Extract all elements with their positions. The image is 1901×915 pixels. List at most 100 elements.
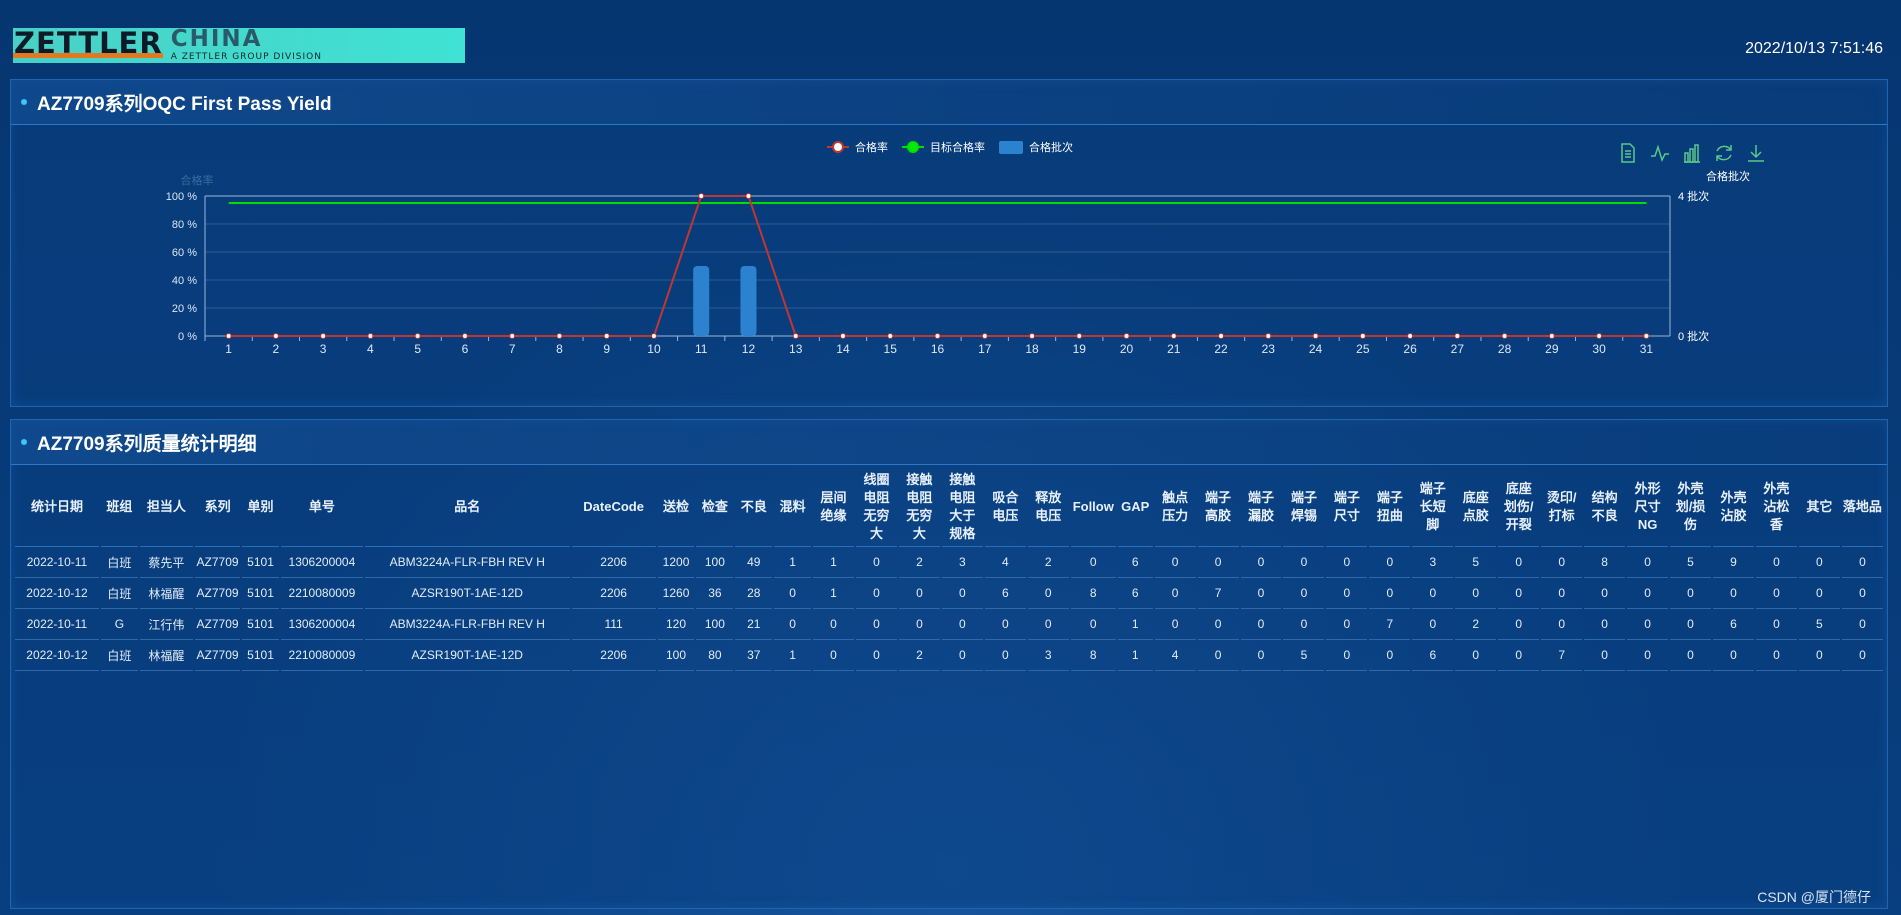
column-header[interactable]: 端子漏胶 bbox=[1240, 467, 1282, 547]
table-cell: 0 bbox=[1713, 578, 1754, 609]
table-cell: 5101 bbox=[242, 609, 279, 640]
table-cell: 0 bbox=[1755, 547, 1797, 578]
point-yield bbox=[1359, 333, 1366, 339]
column-header[interactable]: 接触电阻无穷大 bbox=[898, 467, 940, 547]
point-yield bbox=[603, 333, 610, 339]
table-row[interactable]: 2022-10-12 白班 林福醒 AZ7709 5101 2210080009 AZSR1… bbox=[15, 578, 1883, 609]
column-header[interactable]: 系列 bbox=[195, 467, 241, 547]
table-row[interactable]: 2022-10-12 白班 林福醒 AZ7709 5101 2210080009 AZSR1… bbox=[15, 640, 1883, 671]
table-cell: 6 bbox=[984, 578, 1026, 609]
table-cell: 1260 bbox=[657, 578, 695, 609]
point-yield bbox=[1501, 333, 1508, 339]
x-tick-label: 11 bbox=[695, 342, 708, 356]
column-header[interactable]: 统计日期 bbox=[15, 467, 99, 547]
column-header[interactable]: 端子扭曲 bbox=[1369, 467, 1411, 547]
point-yield bbox=[556, 333, 563, 339]
column-header[interactable]: 不良 bbox=[735, 467, 773, 547]
table-cell: 2 bbox=[1455, 609, 1497, 640]
y-tick-label: 60 % bbox=[172, 247, 197, 259]
column-header[interactable]: 接触电阻大于规格 bbox=[941, 467, 983, 547]
column-header[interactable]: 吸合电压 bbox=[984, 467, 1026, 547]
column-header[interactable]: 底座点胶 bbox=[1455, 467, 1497, 547]
column-header[interactable]: 品名 bbox=[364, 467, 570, 547]
point-yield bbox=[839, 333, 846, 339]
x-tick-label: 30 bbox=[1592, 342, 1606, 356]
point-yield bbox=[414, 333, 421, 339]
column-header[interactable]: 单号 bbox=[280, 467, 363, 547]
column-header[interactable]: DateCode bbox=[571, 467, 656, 547]
point-yield bbox=[320, 333, 327, 339]
table-cell: 1200 bbox=[657, 547, 695, 578]
column-header[interactable]: 担当人 bbox=[139, 467, 194, 547]
column-header[interactable]: 外壳划/损伤 bbox=[1670, 467, 1711, 547]
table-cell: 100 bbox=[657, 640, 695, 671]
table-cell: 0 bbox=[1841, 547, 1883, 578]
column-header[interactable]: 端子高胶 bbox=[1197, 467, 1239, 547]
column-header[interactable]: 结构不良 bbox=[1584, 467, 1626, 547]
table-cell: 0 bbox=[1412, 609, 1454, 640]
table-cell: 0 bbox=[1841, 609, 1883, 640]
table-cell: 0 bbox=[1197, 547, 1239, 578]
column-header[interactable]: 底座划伤/开裂 bbox=[1498, 467, 1540, 547]
table-cell: 0 bbox=[813, 640, 854, 671]
table-panel: AZ7709系列质量统计明细 统计日期 班组 担当人 系列 单别 单号 品名 DateCode… bbox=[10, 419, 1888, 909]
table-cell: 0 bbox=[1498, 578, 1540, 609]
point-yield bbox=[272, 333, 279, 339]
table-cell: 120 bbox=[657, 609, 695, 640]
column-header[interactable]: 线圈电阻无穷大 bbox=[855, 467, 897, 547]
table-cell: 8 bbox=[1584, 547, 1626, 578]
table-cell: 0 bbox=[984, 640, 1026, 671]
table-cell: 37 bbox=[735, 640, 773, 671]
point-yield bbox=[1454, 333, 1461, 339]
table-cell: 0 bbox=[1240, 578, 1282, 609]
bar-batches bbox=[693, 266, 710, 336]
table-row[interactable]: 2022-10-11 白班 蔡先平 AZ7709 5101 1306200004 ABM32… bbox=[15, 547, 1883, 578]
column-header[interactable]: 检查 bbox=[696, 467, 734, 547]
table-cell: 1 bbox=[774, 640, 812, 671]
table-cell: 0 bbox=[1240, 640, 1282, 671]
table-cell: 0 bbox=[855, 609, 897, 640]
x-tick-label: 22 bbox=[1214, 342, 1228, 356]
point-yield bbox=[1029, 333, 1036, 339]
y-tick-label: 20 % bbox=[172, 303, 197, 315]
point-yield bbox=[1123, 333, 1130, 339]
column-header[interactable]: 触点压力 bbox=[1154, 467, 1196, 547]
chart-panel: AZ7709系列OQC First Pass Yield 合格率 目标合格率 合… bbox=[10, 79, 1888, 407]
y2-tick-label: 0 批次 bbox=[1678, 329, 1709, 343]
table-cell: 49 bbox=[735, 547, 773, 578]
column-header[interactable]: 外形尺寸NG bbox=[1627, 467, 1669, 547]
x-tick-label: 17 bbox=[978, 342, 992, 356]
table-cell: 0 bbox=[813, 609, 854, 640]
table-cell: 0 bbox=[1326, 578, 1368, 609]
column-header[interactable]: 外壳沾松香 bbox=[1755, 467, 1797, 547]
table-cell: 0 bbox=[1627, 547, 1669, 578]
table-cell: 7 bbox=[1541, 640, 1583, 671]
x-tick-label: 4 bbox=[367, 342, 374, 356]
column-header[interactable]: 送检 bbox=[657, 467, 695, 547]
table-cell: 0 bbox=[1498, 609, 1540, 640]
table-cell: 3 bbox=[941, 547, 983, 578]
column-header[interactable]: GAP bbox=[1117, 467, 1153, 547]
column-header[interactable]: 外壳沾胶 bbox=[1713, 467, 1754, 547]
column-header[interactable]: 端子长短脚 bbox=[1412, 467, 1454, 547]
column-header[interactable]: 单别 bbox=[242, 467, 279, 547]
table-cell: 100 bbox=[696, 547, 734, 578]
column-header[interactable]: 班组 bbox=[100, 467, 138, 547]
table-cell: 3 bbox=[1027, 640, 1069, 671]
y-tick-label: 0 % bbox=[178, 331, 197, 343]
x-tick-label: 16 bbox=[931, 342, 945, 356]
column-header[interactable]: 端子尺寸 bbox=[1326, 467, 1368, 547]
column-header[interactable]: 落地品 bbox=[1841, 467, 1883, 547]
column-header[interactable]: 混料 bbox=[774, 467, 812, 547]
table-cell: 111 bbox=[571, 609, 656, 640]
table-cell: 3 bbox=[1412, 547, 1454, 578]
table-row[interactable]: 2022-10-11 G 江行伟 AZ7709 5101 1306200004 ABM322… bbox=[15, 609, 1883, 640]
column-header[interactable]: 端子焊锡 bbox=[1283, 467, 1325, 547]
column-header[interactable]: 烫印/打标 bbox=[1541, 467, 1583, 547]
column-header[interactable]: 其它 bbox=[1798, 467, 1840, 547]
column-header[interactable]: 层间绝缘 bbox=[813, 467, 854, 547]
column-header[interactable]: Follow bbox=[1070, 467, 1116, 547]
column-header[interactable]: 释放电压 bbox=[1027, 467, 1069, 547]
point-yield bbox=[1265, 333, 1272, 339]
table-cell: 0 bbox=[1541, 609, 1583, 640]
